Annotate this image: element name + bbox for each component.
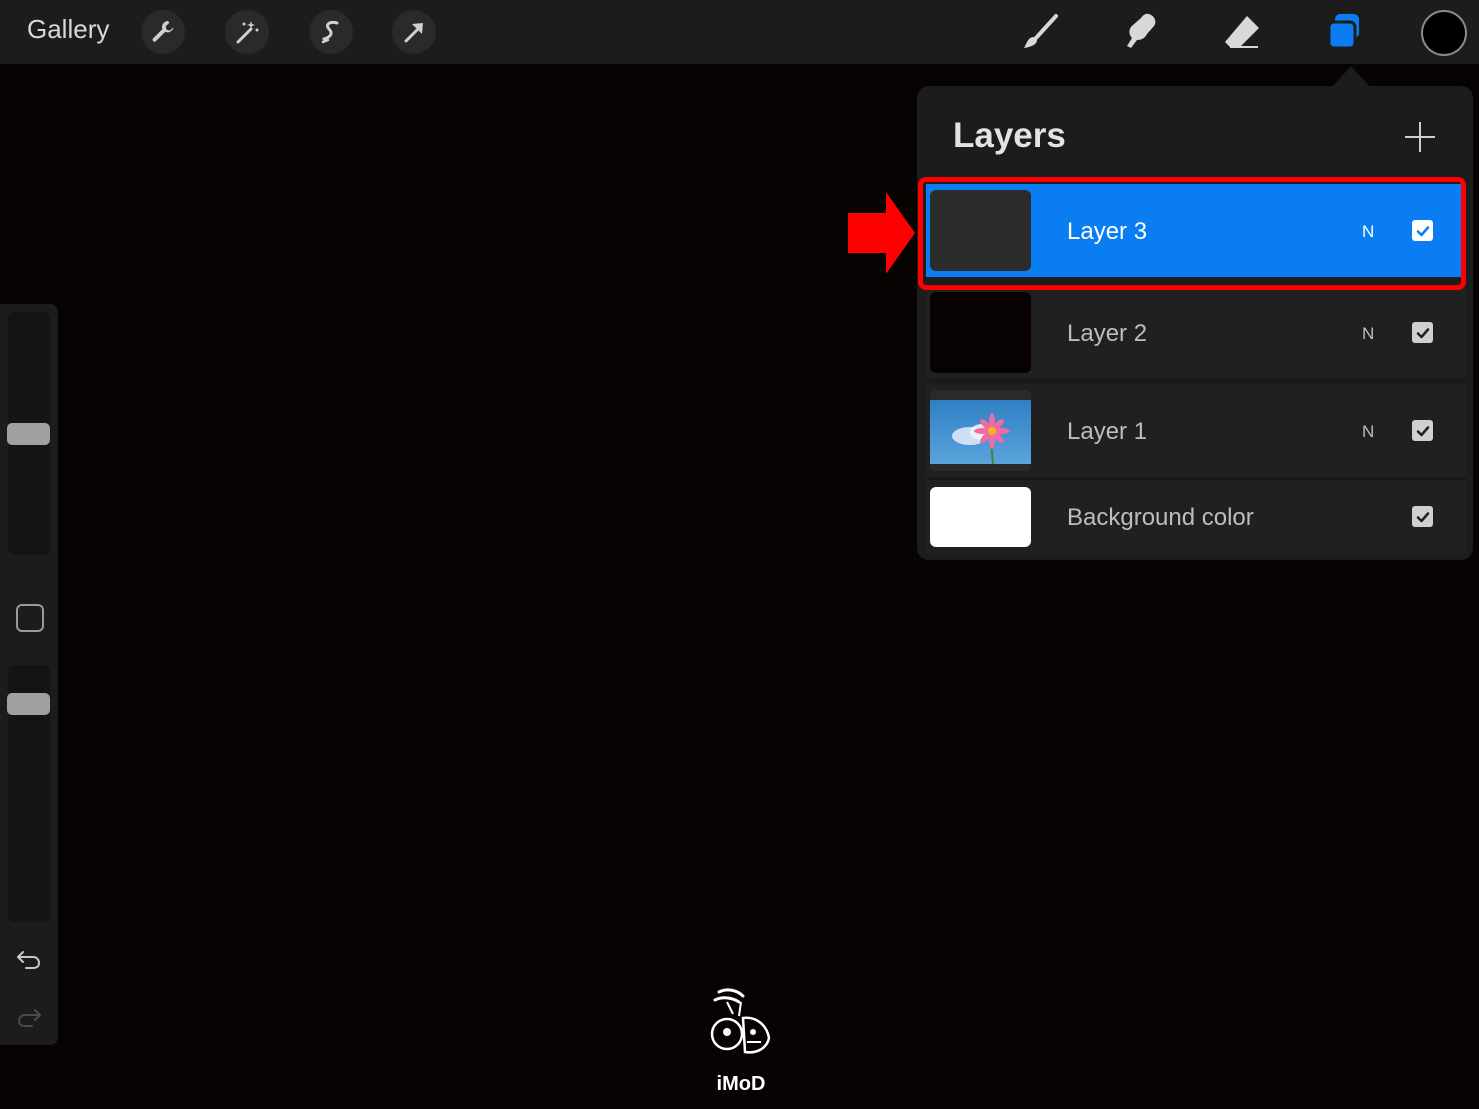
smudge-icon[interactable] [1115, 6, 1167, 58]
layer-name: Layer 3 [1067, 218, 1148, 245]
eraser-icon[interactable] [1216, 6, 1268, 58]
imod-watermark: iMoD [705, 986, 777, 1096]
layer-row-background-color[interactable]: Background color [926, 480, 1466, 554]
layer-name: Layer 2 [1067, 320, 1148, 347]
layer-thumbnail [930, 292, 1031, 373]
visibility-checkbox[interactable] [1412, 220, 1433, 241]
transform-arrow-icon[interactable] [392, 10, 436, 54]
magic-wand-icon[interactable] [225, 10, 269, 54]
color-swatch[interactable] [1421, 10, 1467, 56]
layer-row-layer-3[interactable]: Layer 3 N [926, 184, 1466, 277]
check-icon [1416, 225, 1429, 236]
wrench-icon[interactable] [141, 10, 185, 54]
background-color-swatch[interactable] [930, 487, 1031, 547]
modify-button[interactable] [16, 604, 44, 632]
layers-icon[interactable] [1317, 6, 1369, 58]
layer-row-layer-2[interactable]: Layer 2 N [926, 286, 1466, 382]
undo-icon[interactable] [14, 944, 44, 974]
selection-s-icon[interactable] [309, 10, 353, 54]
check-icon [1416, 425, 1429, 436]
layers-panel: Layers Layer 3 N Layer 2 N Layer 1 N Bac… [917, 86, 1473, 560]
check-icon [1416, 327, 1429, 338]
left-sidebar [0, 304, 58, 1045]
visibility-checkbox[interactable] [1412, 506, 1433, 527]
layer-name: Background color [1067, 504, 1254, 531]
opacity-slider-thumb[interactable] [7, 693, 50, 716]
layer-thumbnail [930, 190, 1031, 271]
panel-caret [1333, 66, 1369, 86]
blend-mode-button[interactable]: N [1362, 222, 1374, 242]
brush-icon[interactable] [1014, 6, 1066, 58]
plus-icon[interactable] [1403, 120, 1437, 154]
redo-icon[interactable] [14, 1002, 44, 1032]
layer-row-layer-1[interactable]: Layer 1 N [926, 384, 1466, 480]
visibility-checkbox[interactable] [1412, 420, 1433, 441]
gallery-button[interactable]: Gallery [27, 14, 109, 45]
flower-image [930, 400, 1031, 465]
check-icon [1416, 511, 1429, 522]
top-toolbar: Gallery [0, 0, 1479, 64]
layer-thumbnail [930, 390, 1031, 471]
brush-size-slider-thumb[interactable] [7, 422, 50, 445]
imod-logo-icon [710, 988, 771, 1054]
layers-title: Layers [953, 116, 1066, 155]
blend-mode-button[interactable]: N [1362, 324, 1374, 344]
red-arrow-right-icon [848, 192, 915, 274]
watermark-text: iMoD [716, 1073, 766, 1095]
visibility-checkbox[interactable] [1412, 322, 1433, 343]
blend-mode-button[interactable]: N [1362, 422, 1374, 442]
layer-name: Layer 1 [1067, 418, 1148, 445]
